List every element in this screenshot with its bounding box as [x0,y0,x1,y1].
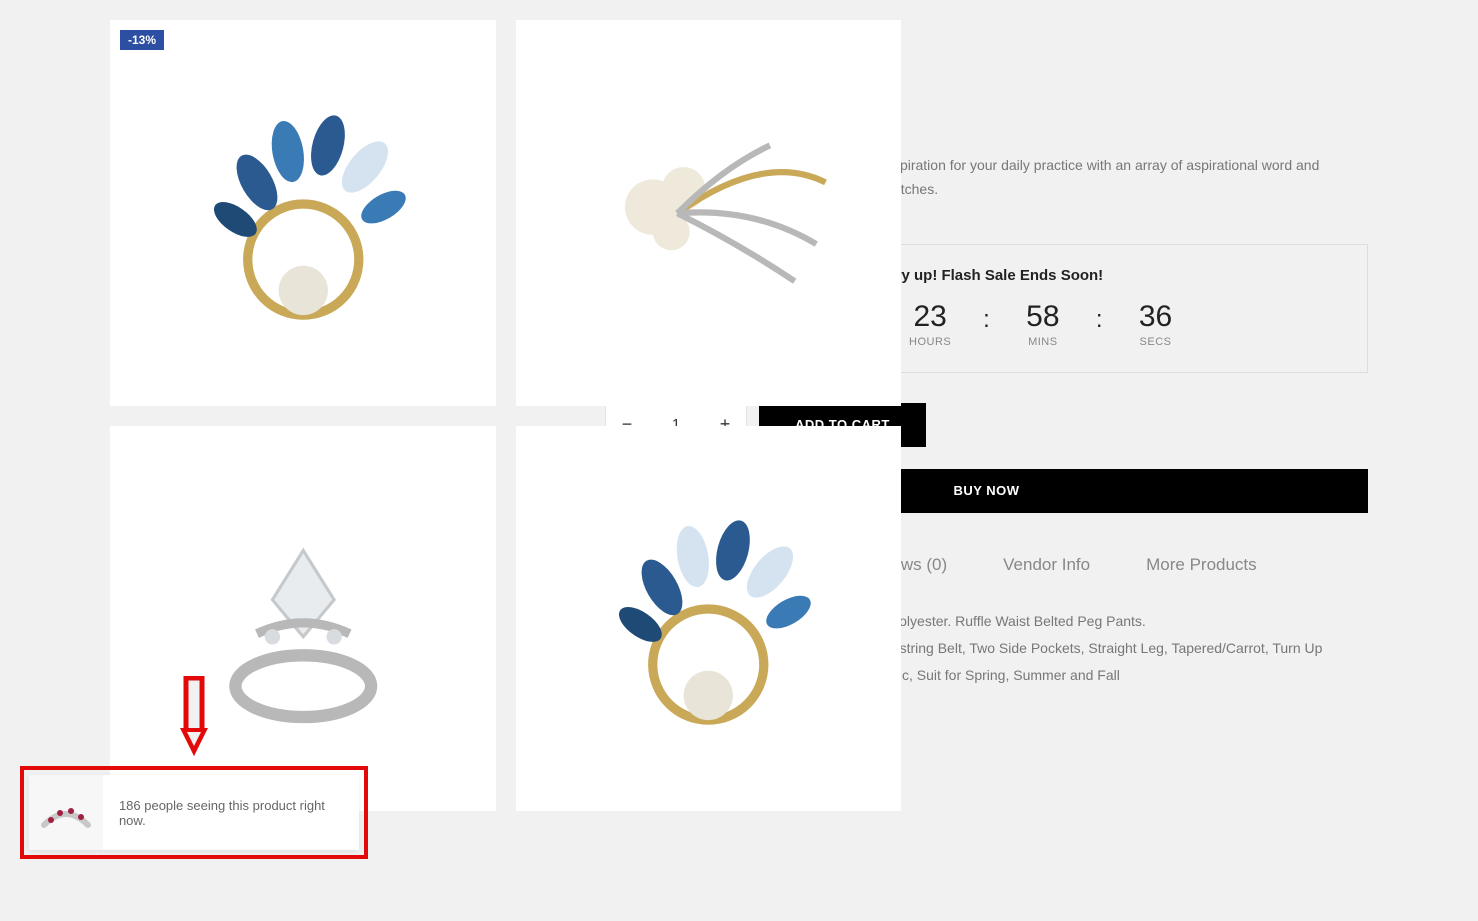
annotation-highlight-border: 186 people seeing this product right now… [20,766,368,859]
secs-value: 36 [1111,300,1201,334]
product-image-brooch-blue [149,59,458,368]
countdown-separator: : [1088,300,1111,334]
countdown-mins: 58 MINS [998,300,1088,348]
countdown-separator: : [975,300,998,334]
notification-popup-container: 186 people seeing this product right now… [20,766,368,859]
secs-label: SECS [1111,336,1201,348]
gallery-image-2[interactable] [516,20,902,406]
gallery-image-1[interactable]: -13% [110,20,496,406]
product-image-brooch-blue-alt [554,464,863,773]
ring-thumb-icon [36,783,96,843]
popup-text: 186 people seeing this product right now… [103,798,359,828]
tab-vendor[interactable]: Vendor Info [1003,555,1090,575]
popup-product-thumb [29,775,103,850]
product-image-pearl-spray [554,59,863,368]
tab-more-products[interactable]: More Products [1146,555,1257,575]
gallery-image-4[interactable] [516,426,902,812]
discount-badge: -13% [120,30,164,50]
mins-label: MINS [998,336,1088,348]
annotation-arrow-icon [174,676,214,761]
countdown-secs: 36 SECS [1111,300,1201,348]
notification-popup[interactable]: 186 people seeing this product right now… [29,775,359,850]
mins-value: 58 [998,300,1088,334]
gallery-image-3[interactable] [110,426,496,812]
